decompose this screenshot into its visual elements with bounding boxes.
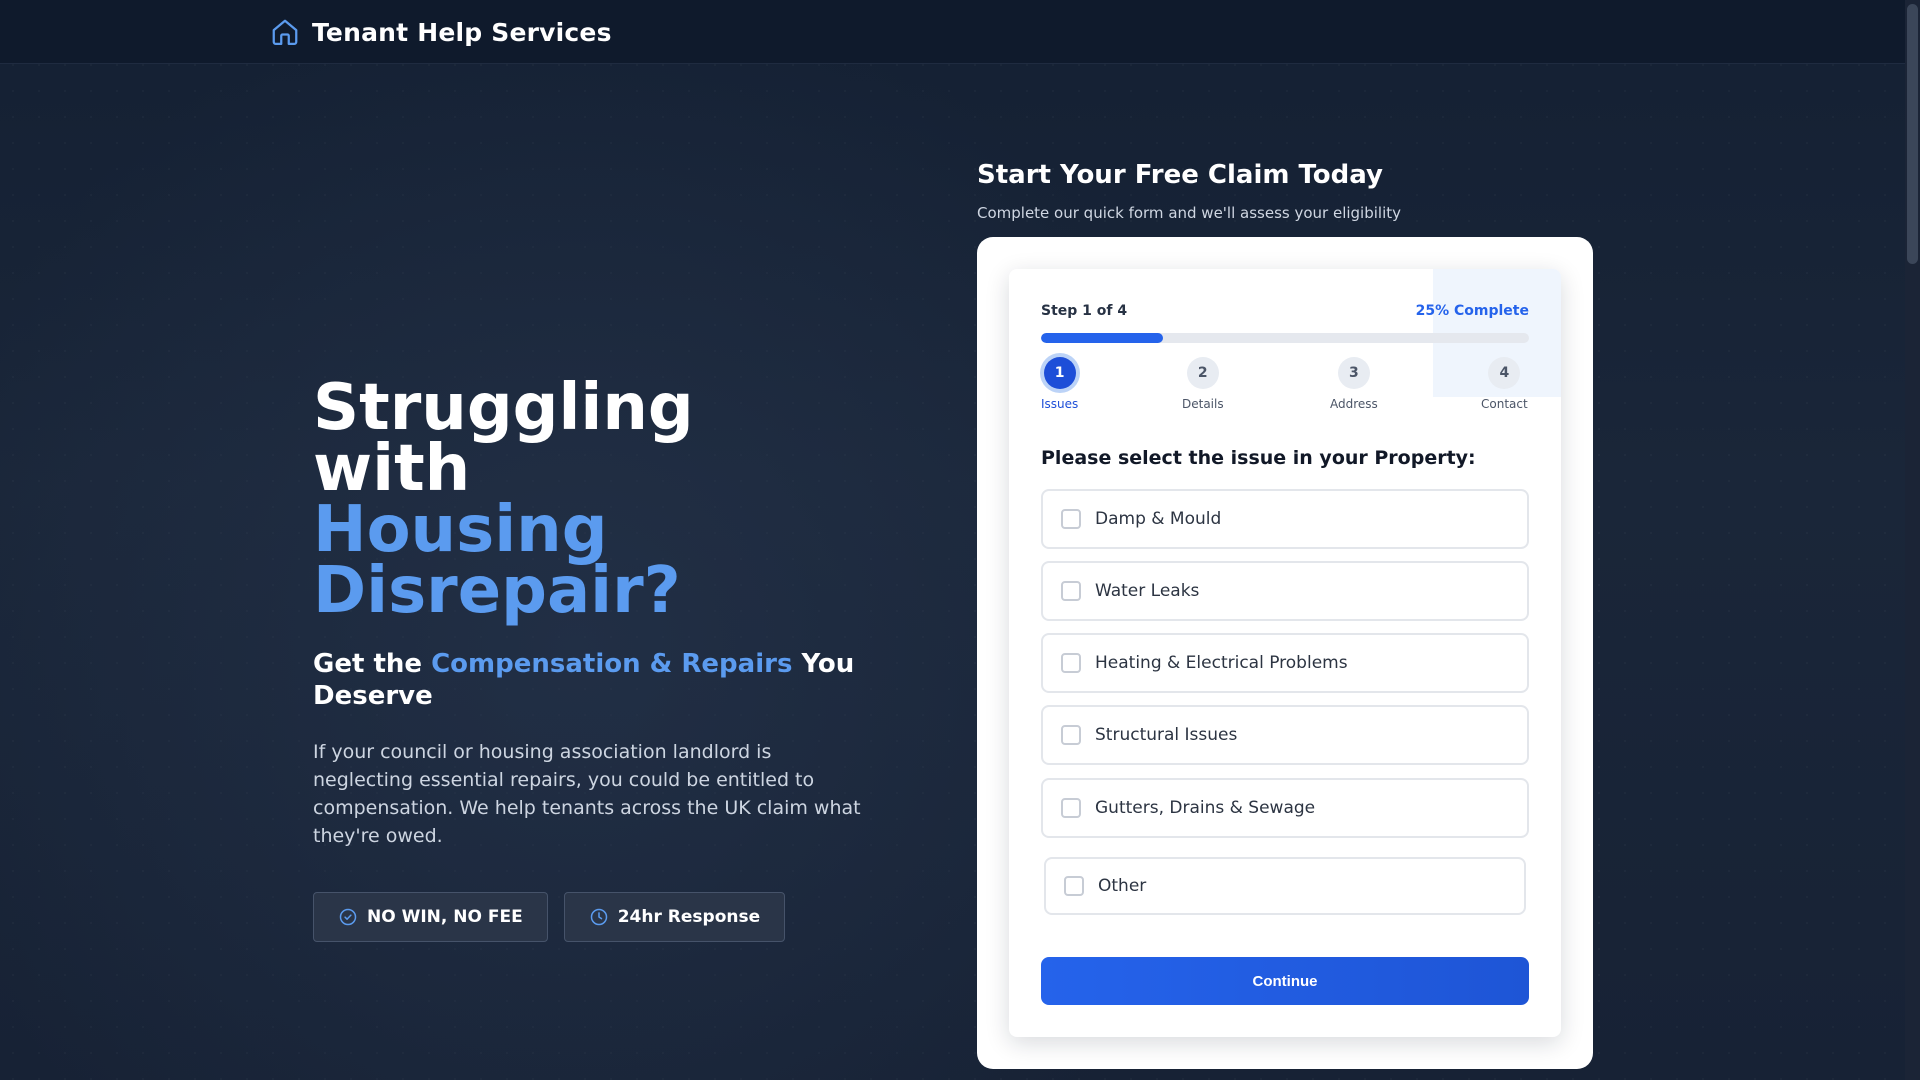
response-time-badge: 24hr Response (563, 892, 786, 942)
option-label: Heating & Electrical Problems (1095, 653, 1348, 673)
step-status-row: Step 1 of 4 25% Complete (1041, 303, 1529, 319)
scrollbar-thumb[interactable] (1907, 4, 1918, 264)
option-label: Other (1098, 876, 1147, 896)
hero-subtitle: Get the Compensation & Repairs You Deser… (313, 648, 873, 712)
form-title: Start Your Free Claim Today (977, 160, 1383, 190)
option-label: Gutters, Drains & Sewage (1095, 798, 1316, 818)
hero-title-accent-line1: Housing (313, 493, 608, 567)
claim-form-card: Step 1 of 4 25% Complete 1 Issues 2 Deta… (977, 237, 1593, 1069)
step-name: Issues (1041, 397, 1079, 411)
form-heading: Start Your Free Claim Today Complete our… (977, 160, 1401, 222)
checkbox[interactable] (1061, 653, 1081, 673)
option-damp-mould[interactable]: Damp & Mould (1041, 489, 1529, 549)
step-address: 3 Address (1330, 357, 1378, 411)
step-issues: 1 Issues (1041, 357, 1078, 411)
checkbox[interactable] (1064, 876, 1084, 896)
stepper: 1 Issues 2 Details 3 Address 4 Contact (1041, 357, 1529, 417)
step-number: 2 (1186, 357, 1219, 389)
option-label: Damp & Mould (1095, 509, 1222, 529)
checkbox[interactable] (1061, 798, 1081, 818)
hero-title: Struggling with Housing Disrepair? (313, 376, 873, 628)
step-number: 3 (1337, 357, 1370, 389)
home-icon (272, 19, 298, 45)
hero-title-accent-line2: Disrepair? (313, 554, 681, 628)
option-structural[interactable]: Structural Issues (1041, 705, 1529, 765)
step-name: Contact (1481, 397, 1528, 411)
step-number: 4 (1488, 357, 1521, 389)
option-label: Water Leaks (1095, 581, 1200, 601)
hero-subtitle-pre: Get the (313, 649, 432, 679)
hero-description: If your council or housing association l… (313, 741, 861, 847)
brand-name: Tenant Help Services (312, 17, 612, 47)
step-details: 2 Details (1182, 357, 1224, 411)
step-number: 1 (1043, 357, 1076, 389)
progress-percentage: 25% Complete (1415, 303, 1529, 319)
step-counter: Step 1 of 4 (1041, 303, 1128, 319)
step-name: Details (1182, 397, 1224, 411)
brand-logo-link[interactable]: Tenant Help Services (270, 14, 612, 50)
check-circle-icon (339, 908, 357, 926)
form-subtitle: Complete our quick form and we'll assess… (977, 204, 1402, 222)
claim-form-panel: Step 1 of 4 25% Complete 1 Issues 2 Deta… (1009, 269, 1561, 1037)
continue-button[interactable]: Continue (1041, 957, 1529, 1005)
issue-question: Please select the issue in your Property… (1041, 447, 1476, 469)
hero-subtitle-accent: Compensation & Repairs (431, 649, 793, 679)
badge-label: NO WIN, NO FEE (367, 907, 523, 927)
option-water-leaks[interactable]: Water Leaks (1041, 561, 1529, 621)
hero-title-line1: Struggling with (313, 371, 694, 506)
clock-icon (590, 908, 607, 926)
checkbox[interactable] (1061, 509, 1081, 529)
badge-label: 24hr Response (617, 907, 761, 927)
option-heating-electrical[interactable]: Heating & Electrical Problems (1041, 633, 1529, 693)
hero-badges: NO WIN, NO FEE 24hr Response (313, 892, 873, 942)
no-win-no-fee-badge: NO WIN, NO FEE (313, 892, 548, 942)
step-contact: 4 Contact (1481, 357, 1528, 411)
page-scrollbar[interactable] (1905, 0, 1920, 1080)
progress-bar-fill (1041, 333, 1163, 343)
checkbox[interactable] (1061, 581, 1081, 601)
option-other[interactable]: Other (1044, 857, 1526, 915)
checkbox[interactable] (1061, 725, 1081, 745)
progress-bar (1041, 333, 1529, 343)
top-navbar: Tenant Help Services (0, 0, 1905, 64)
option-gutters-drains[interactable]: Gutters, Drains & Sewage (1041, 778, 1529, 838)
hero-section: Struggling with Housing Disrepair? Get t… (313, 376, 873, 942)
option-label: Structural Issues (1095, 725, 1238, 745)
step-name: Address (1330, 397, 1378, 411)
